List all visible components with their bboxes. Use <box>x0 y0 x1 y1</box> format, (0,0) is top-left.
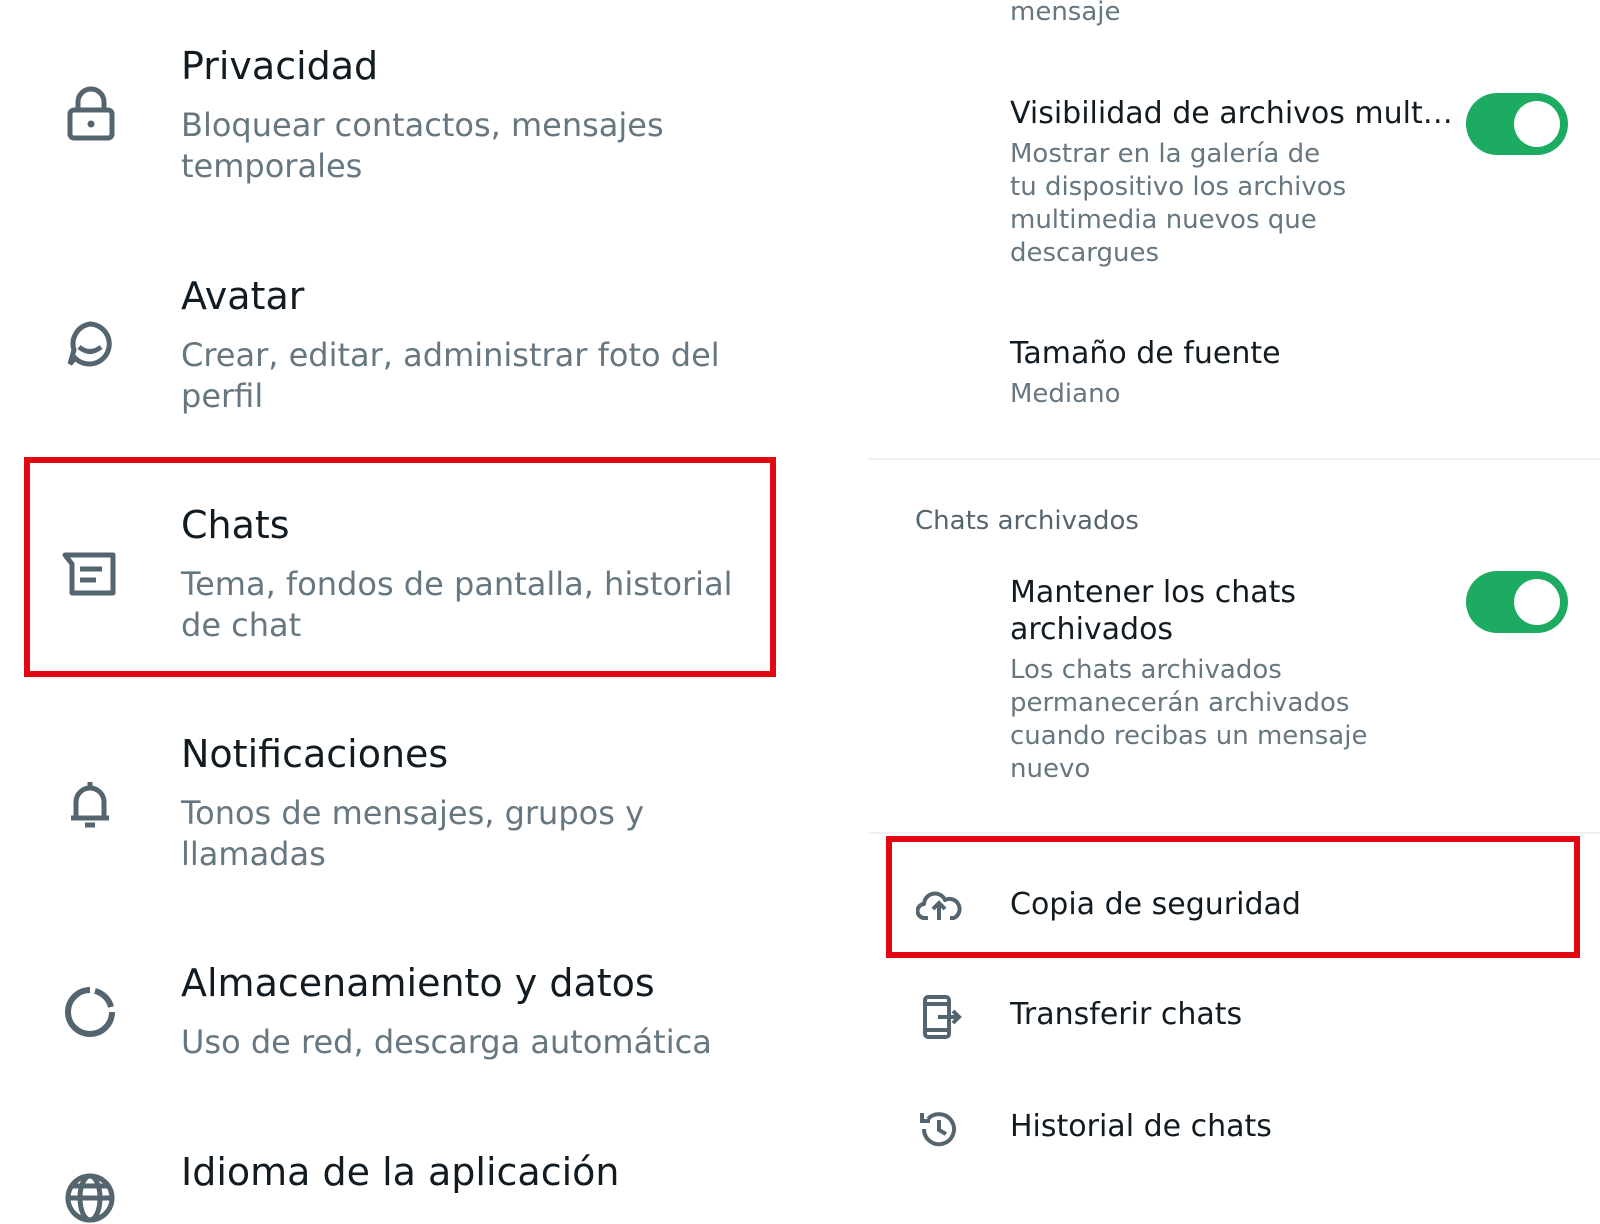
section-divider <box>868 832 1600 834</box>
setting-title: Tamaño de fuente <box>1010 336 1281 371</box>
toggle-knob <box>1514 579 1560 625</box>
title-line: archivados <box>1010 612 1174 647</box>
history-icon <box>918 1108 960 1150</box>
setting-title: Mantener los chats archivados <box>1010 574 1296 648</box>
description-line: Los chats archivados <box>1010 655 1282 685</box>
highlight-box-backup <box>886 836 1580 958</box>
storage-circle-icon <box>64 986 116 1038</box>
settings-item-title: Notificaciones <box>181 732 449 776</box>
description-line: nuevo <box>1010 754 1091 784</box>
setting-value: Mediano <box>1010 379 1121 409</box>
description-line: permanecerán archivados <box>1010 688 1350 718</box>
setting-title: Visibilidad de archivos mult… <box>1010 96 1453 131</box>
keep-archived-toggle[interactable] <box>1466 571 1568 633</box>
setting-description: Los chats archivados permanecerán archiv… <box>1010 654 1367 786</box>
settings-item-subtitle: Uso de red, descarga automática <box>181 1023 712 1061</box>
title-line: Mantener los chats <box>1010 575 1296 610</box>
settings-item-subtitle: Bloquear contactos, mensajes temporales <box>181 106 664 185</box>
description-line: cuando recibas un mensaje <box>1010 721 1368 751</box>
description-line: Mostrar en la galería de <box>1010 139 1321 169</box>
section-header-archived: Chats archivados <box>915 506 1139 536</box>
truncated-text-top: mensaje <box>1010 0 1121 27</box>
action-label: Historial de chats <box>1010 1109 1272 1144</box>
media-visibility-toggle[interactable] <box>1466 93 1568 155</box>
highlight-box-chats <box>24 457 776 677</box>
description-line: multimedia nuevos que <box>1010 205 1317 235</box>
section-divider <box>868 458 1600 460</box>
settings-item-subtitle: Tonos de mensajes, grupos y llamadas <box>181 794 644 873</box>
settings-item-subtitle: Crear, editar, administrar foto del perf… <box>181 336 720 415</box>
description-line: descargues <box>1010 238 1160 268</box>
toggle-knob <box>1514 101 1560 147</box>
setting-description: Mostrar en la galería de tu dispositivo … <box>1010 138 1346 270</box>
description-line: tu dispositivo los archivos <box>1010 172 1347 202</box>
settings-item-title: Idioma de la aplicación <box>181 1150 620 1194</box>
phone-transfer-icon <box>922 994 962 1040</box>
avatar-face-icon <box>66 320 114 368</box>
settings-item-title: Privacidad <box>181 44 379 88</box>
settings-item-title: Avatar <box>181 274 305 318</box>
globe-icon <box>64 1172 116 1224</box>
bell-icon <box>68 778 112 832</box>
settings-item-title: Almacenamiento y datos <box>181 961 655 1005</box>
lock-icon <box>66 86 116 142</box>
action-label: Transferir chats <box>1010 997 1243 1032</box>
